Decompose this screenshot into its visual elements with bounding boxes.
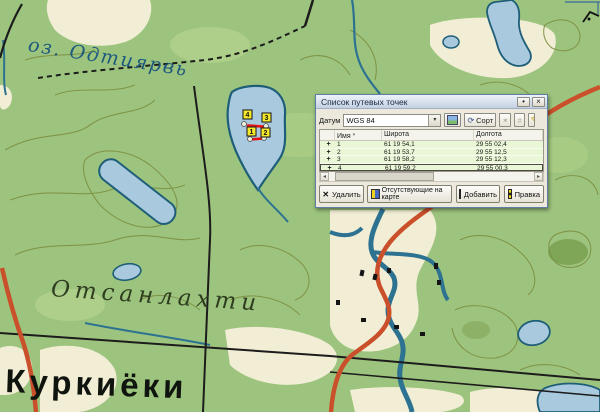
waypoint-table: Имя ▾ Широта Долгота + 1 61 19 54,1 29 5… (319, 129, 544, 172)
edit-symbol-button-clipped[interactable]: ✎ (528, 113, 535, 127)
header-longitude[interactable]: Долгота (474, 130, 543, 140)
waypoint-marker[interactable]: 1 (247, 127, 256, 136)
header-name[interactable]: Имя ▾ (335, 130, 382, 140)
waypoint-cross-icon: + (320, 141, 335, 148)
waypoint-marker[interactable]: 3 (262, 113, 271, 122)
cell-name: 4 (336, 165, 383, 171)
table-row[interactable]: + 2 61 19 53,7 29 55 12,5 (320, 149, 543, 157)
chevron-down-icon[interactable]: ▾ (428, 115, 440, 126)
sort-arrows-icon: ⟳ (467, 116, 474, 125)
cell-name: 1 (335, 141, 382, 148)
add-button-label: Добавить (464, 190, 497, 199)
datum-combobox[interactable]: WGS 84 ▾ (343, 114, 441, 127)
datum-label: Датум (319, 116, 340, 125)
dialog-toolbar: Датум WGS 84 ▾ ⟳ Сорт ✶ # ✎ (319, 112, 544, 128)
cell-longitude: 29 55 02,4 (474, 141, 543, 148)
cell-longitude: 29 55 12,5 (474, 149, 543, 156)
dialog-client-area: Датум WGS 84 ▾ ⟳ Сорт ✶ # ✎ Имя ▾ Ши (316, 109, 547, 207)
horizontal-scrollbar[interactable]: ◂ ▸ (319, 172, 544, 182)
waypoint-symbol-button[interactable] (444, 113, 461, 127)
edit-button-label: Правка (515, 190, 540, 199)
cell-latitude: 61 19 59,2 (383, 165, 475, 171)
waypoint-cross-icon: + (320, 149, 335, 156)
dialog-button-row: ✕ Удалить Отсутствующие на карте Добавит… (319, 182, 544, 204)
rollup-button[interactable]: • (517, 97, 530, 107)
sort-button[interactable]: ⟳ Сорт (464, 113, 496, 127)
add-button[interactable]: Добавить (456, 185, 500, 203)
cell-name: 2 (335, 149, 382, 156)
cell-name: 3 (335, 156, 382, 163)
cell-latitude: 61 19 54,1 (382, 141, 474, 148)
table-row[interactable]: + 3 61 19 58,2 29 55 12,3 (320, 156, 543, 164)
flag-icon (371, 189, 380, 199)
dialog-title: Список путевых точек (321, 96, 515, 108)
sort-indicator-icon: ▾ (353, 132, 356, 138)
waypoint-marker[interactable]: 4 (243, 110, 252, 119)
app-screen: 4 3 1 2 оз. Одтиярвь Отсанлахти Куркиёки… (0, 0, 600, 412)
svg-text:1: 1 (250, 129, 254, 136)
cell-longitude: 29 55 00,3 (475, 165, 542, 171)
delete-x-icon: ✕ (322, 190, 329, 199)
header-icon-col[interactable] (320, 130, 335, 140)
missing-on-map-button[interactable]: Отсутствующие на карте (367, 185, 452, 203)
svg-text:4: 4 (246, 112, 250, 119)
scrollbar-track[interactable] (329, 172, 534, 181)
cell-latitude: 61 19 53,7 (382, 149, 474, 156)
scroll-left-icon[interactable]: ◂ (320, 172, 329, 181)
waypoint-cross-icon: + (320, 156, 335, 163)
waypoint-icon (459, 189, 461, 199)
pencil-icon: ✎ (531, 115, 535, 126)
cell-longitude: 29 55 12,3 (474, 156, 543, 163)
waypoint-list-dialog: Список путевых точек • × Датум WGS 84 ▾ … (315, 94, 548, 208)
svg-text:3: 3 (265, 115, 269, 122)
picture-icon (447, 115, 458, 125)
number-button-disabled: # (514, 113, 524, 127)
header-latitude[interactable]: Широта (382, 130, 474, 140)
delete-button-label: Удалить (332, 190, 361, 199)
datum-value: WGS 84 (344, 115, 428, 126)
table-header-row: Имя ▾ Широта Долгота (320, 130, 543, 141)
waypoint-cross-icon: + (321, 165, 336, 171)
scrollbar-thumb[interactable] (335, 172, 433, 181)
waypoint-icon (508, 189, 512, 199)
svg-text:2: 2 (264, 130, 268, 137)
scroll-right-icon[interactable]: ▸ (534, 172, 543, 181)
table-row-selected[interactable]: + 4 61 19 59,2 29 55 00,3 (320, 164, 543, 172)
star-button-disabled: ✶ (499, 113, 511, 127)
waypoint-marker[interactable]: 2 (261, 128, 270, 137)
table-row[interactable]: + 1 61 19 54,1 29 55 02,4 (320, 141, 543, 149)
close-button[interactable]: × (532, 97, 545, 107)
edit-button[interactable]: Правка (504, 185, 544, 203)
missing-button-label: Отсутствующие на карте (382, 187, 448, 201)
sort-button-label: Сорт (476, 116, 493, 125)
dialog-titlebar[interactable]: Список путевых точек • × (316, 95, 547, 109)
delete-button[interactable]: ✕ Удалить (319, 185, 364, 203)
cell-latitude: 61 19 58,2 (382, 156, 474, 163)
